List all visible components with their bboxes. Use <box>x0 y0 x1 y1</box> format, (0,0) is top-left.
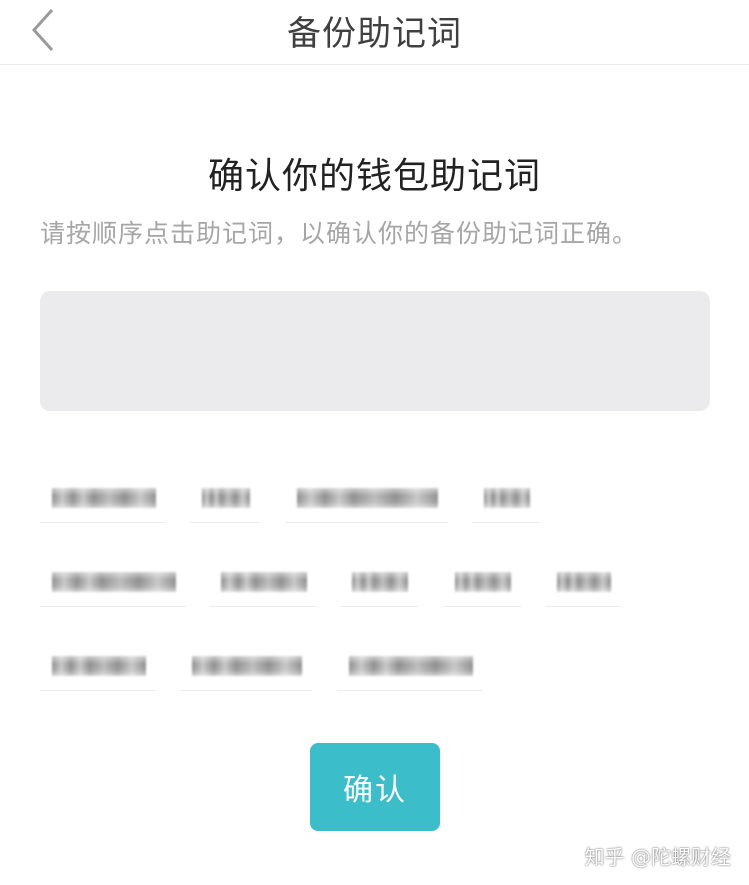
blurred-word <box>52 656 146 676</box>
blurred-word <box>455 572 511 592</box>
blurred-word <box>221 572 307 592</box>
navbar: 备份助记词 <box>0 0 749 65</box>
blurred-word <box>202 488 250 508</box>
instruction-text: 请按顺序点击助记词，以确认你的备份助记词正确。 <box>40 219 639 248</box>
word-chip[interactable] <box>190 474 260 523</box>
word-chip[interactable] <box>443 558 521 607</box>
selected-words-area[interactable] <box>40 291 710 411</box>
confirm-button[interactable]: 确认 <box>310 743 440 831</box>
word-chip[interactable] <box>209 558 317 607</box>
blurred-word <box>484 488 530 508</box>
word-chip[interactable] <box>545 558 621 607</box>
word-chip[interactable] <box>180 642 312 691</box>
word-chip[interactable] <box>472 474 540 523</box>
word-chip[interactable] <box>285 474 448 523</box>
word-chip[interactable] <box>40 558 186 607</box>
blurred-word <box>557 572 611 592</box>
page-title: 备份助记词 <box>287 14 462 54</box>
blurred-word <box>352 572 408 592</box>
word-chip[interactable] <box>340 558 418 607</box>
word-chip[interactable] <box>40 642 156 691</box>
watermark: 知乎 @陀螺财经 <box>584 845 731 869</box>
blurred-word <box>192 656 302 676</box>
confirm-heading: 确认你的钱包助记词 <box>207 156 541 197</box>
blurred-word <box>52 488 156 508</box>
word-chip[interactable] <box>40 474 166 523</box>
blurred-word <box>52 572 176 592</box>
blurred-word <box>297 488 438 508</box>
word-chip[interactable] <box>337 642 483 691</box>
blurred-word <box>349 656 473 676</box>
